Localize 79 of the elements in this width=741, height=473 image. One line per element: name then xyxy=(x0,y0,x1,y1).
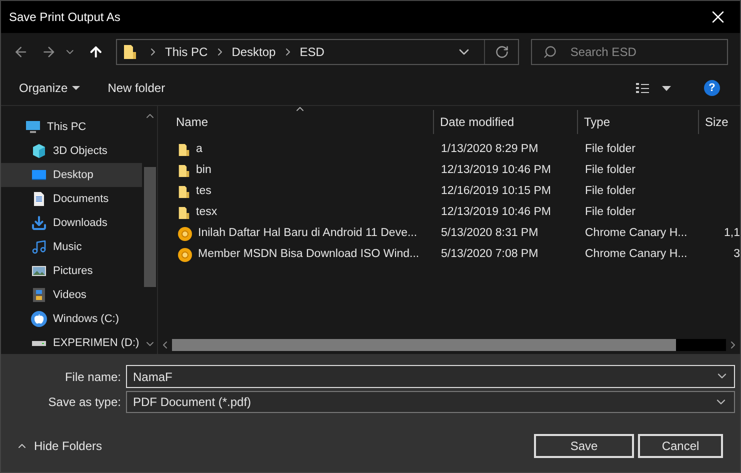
date-cell-text: 5/13/2020 8:31 PM xyxy=(440,226,540,241)
sidebar-item[interactable]: Downloads xyxy=(1,211,142,235)
sidebar-item[interactable]: Documents xyxy=(1,187,142,211)
sidebar-item[interactable]: Videos xyxy=(1,283,142,307)
browser-file-icon xyxy=(178,226,192,240)
sidebar-item[interactable]: 3D Objects xyxy=(1,139,142,163)
type-cell-text: File folder xyxy=(584,184,636,199)
file-name: bin xyxy=(196,162,212,178)
file-name: Inilah Daftar Hal Baru di Android 11 Deve... xyxy=(198,226,418,241)
file-row[interactable]: Member MSDN Bisa Download ISO Wind... 5/13/2020 7:08 PM Chrome Canary H... 3 xyxy=(172,244,740,265)
column-header[interactable]: Type xyxy=(577,110,698,134)
download-icon xyxy=(31,215,47,231)
film-icon xyxy=(31,287,47,303)
file-row[interactable]: tes 12/16/2019 10:15 PM File folder xyxy=(172,181,740,202)
file-row[interactable]: Inilah Daftar Hal Baru di Android 11 Deve... 5/13/2020 8:31 PM Chrome Canary H... 1,1 xyxy=(172,223,740,244)
sidebar-item[interactable]: Desktop xyxy=(1,163,142,187)
dialog-button[interactable]: Save xyxy=(534,434,634,458)
search-field[interactable]: Search ESD xyxy=(531,39,728,65)
file-row[interactable]: bin 12/13/2019 10:46 PM File folder xyxy=(172,160,740,181)
date-cell-text: 12/13/2019 10:46 PM xyxy=(440,162,552,178)
sidebar-item[interactable]: Windows (C:) xyxy=(1,307,142,331)
breadcrumb-item[interactable]: Desktop xyxy=(232,43,276,61)
file-name: tes xyxy=(196,184,212,199)
type-cell-text: Chrome Canary H... xyxy=(584,226,688,241)
sidebar-item[interactable]: This PC xyxy=(1,115,142,139)
forward-icon[interactable] xyxy=(40,44,56,60)
type-cell-text: File folder xyxy=(584,142,636,157)
size-cell-text: 3 xyxy=(734,246,740,262)
breadcrumb-item[interactable]: This PC xyxy=(165,43,208,61)
document-icon xyxy=(31,191,47,207)
folder-icon xyxy=(123,44,137,60)
type-cell-text: File folder xyxy=(584,162,636,178)
file-name-label: File name: xyxy=(64,368,121,386)
folder-icon xyxy=(178,184,190,198)
date-cell-text: 12/13/2019 10:46 PM xyxy=(440,204,552,220)
hide-folders-button[interactable]: Hide Folders xyxy=(16,437,102,455)
date-cell-text: 1/13/2020 8:29 PM xyxy=(440,142,540,157)
search-icon xyxy=(543,45,558,59)
folder-icon xyxy=(178,206,190,220)
folder-icon xyxy=(178,142,190,156)
file-name: tesx xyxy=(196,204,218,220)
size-cell-text: 1,1 xyxy=(724,226,740,241)
help-button[interactable]: ? xyxy=(704,80,720,96)
scroll-thumb[interactable] xyxy=(144,167,156,287)
column-header[interactable]: Size xyxy=(698,110,740,134)
landscape-icon xyxy=(31,263,47,279)
window-title: Save Print Output As xyxy=(9,9,120,26)
save-type-dropdown[interactable]: PDF Document (*.pdf) xyxy=(126,390,735,412)
computer-icon xyxy=(25,119,41,135)
back-icon[interactable] xyxy=(13,44,29,60)
file-row[interactable]: tesx 12/13/2019 10:46 PM File folder xyxy=(172,202,740,223)
breadcrumb-item[interactable]: ESD xyxy=(300,43,324,61)
scroll-thumb[interactable] xyxy=(172,338,676,350)
browser-file-icon xyxy=(178,248,192,262)
column-header[interactable]: Date modified xyxy=(433,110,577,134)
music-note-icon xyxy=(31,239,47,255)
cube-icon xyxy=(31,143,47,159)
caret-icon xyxy=(72,86,80,90)
sidebar-item[interactable]: EXPERIMEN (D:) xyxy=(1,331,142,354)
desktop-icon xyxy=(31,167,47,183)
type-cell-text: Chrome Canary H... xyxy=(584,246,688,262)
sidebar-item[interactable]: Pictures xyxy=(1,259,142,283)
save-type-label: Save as type: xyxy=(47,394,121,410)
type-cell-text: File folder xyxy=(584,204,636,220)
date-cell-text: 5/13/2020 7:08 PM xyxy=(440,246,540,262)
file-name-field[interactable]: NamaF xyxy=(126,365,735,388)
sidebar-item[interactable]: Music xyxy=(1,235,142,259)
file-name: a xyxy=(196,142,202,157)
file-name: Member MSDN Bisa Download ISO Wind... xyxy=(198,246,420,262)
file-row[interactable]: a 1/13/2020 8:29 PM File folder xyxy=(172,139,740,160)
column-header[interactable]: Name xyxy=(172,110,433,134)
address-bar[interactable]: This PC Desktop ESD xyxy=(116,39,520,65)
refresh-icon[interactable] xyxy=(494,45,509,59)
dialog-button[interactable]: Cancel xyxy=(638,434,723,458)
date-cell-text: 12/16/2019 10:15 PM xyxy=(440,184,552,199)
organize-button[interactable]: Organize xyxy=(19,79,80,97)
folder-icon xyxy=(178,164,190,178)
up-icon[interactable] xyxy=(88,44,104,60)
new-folder-button[interactable]: New folder xyxy=(108,79,166,97)
